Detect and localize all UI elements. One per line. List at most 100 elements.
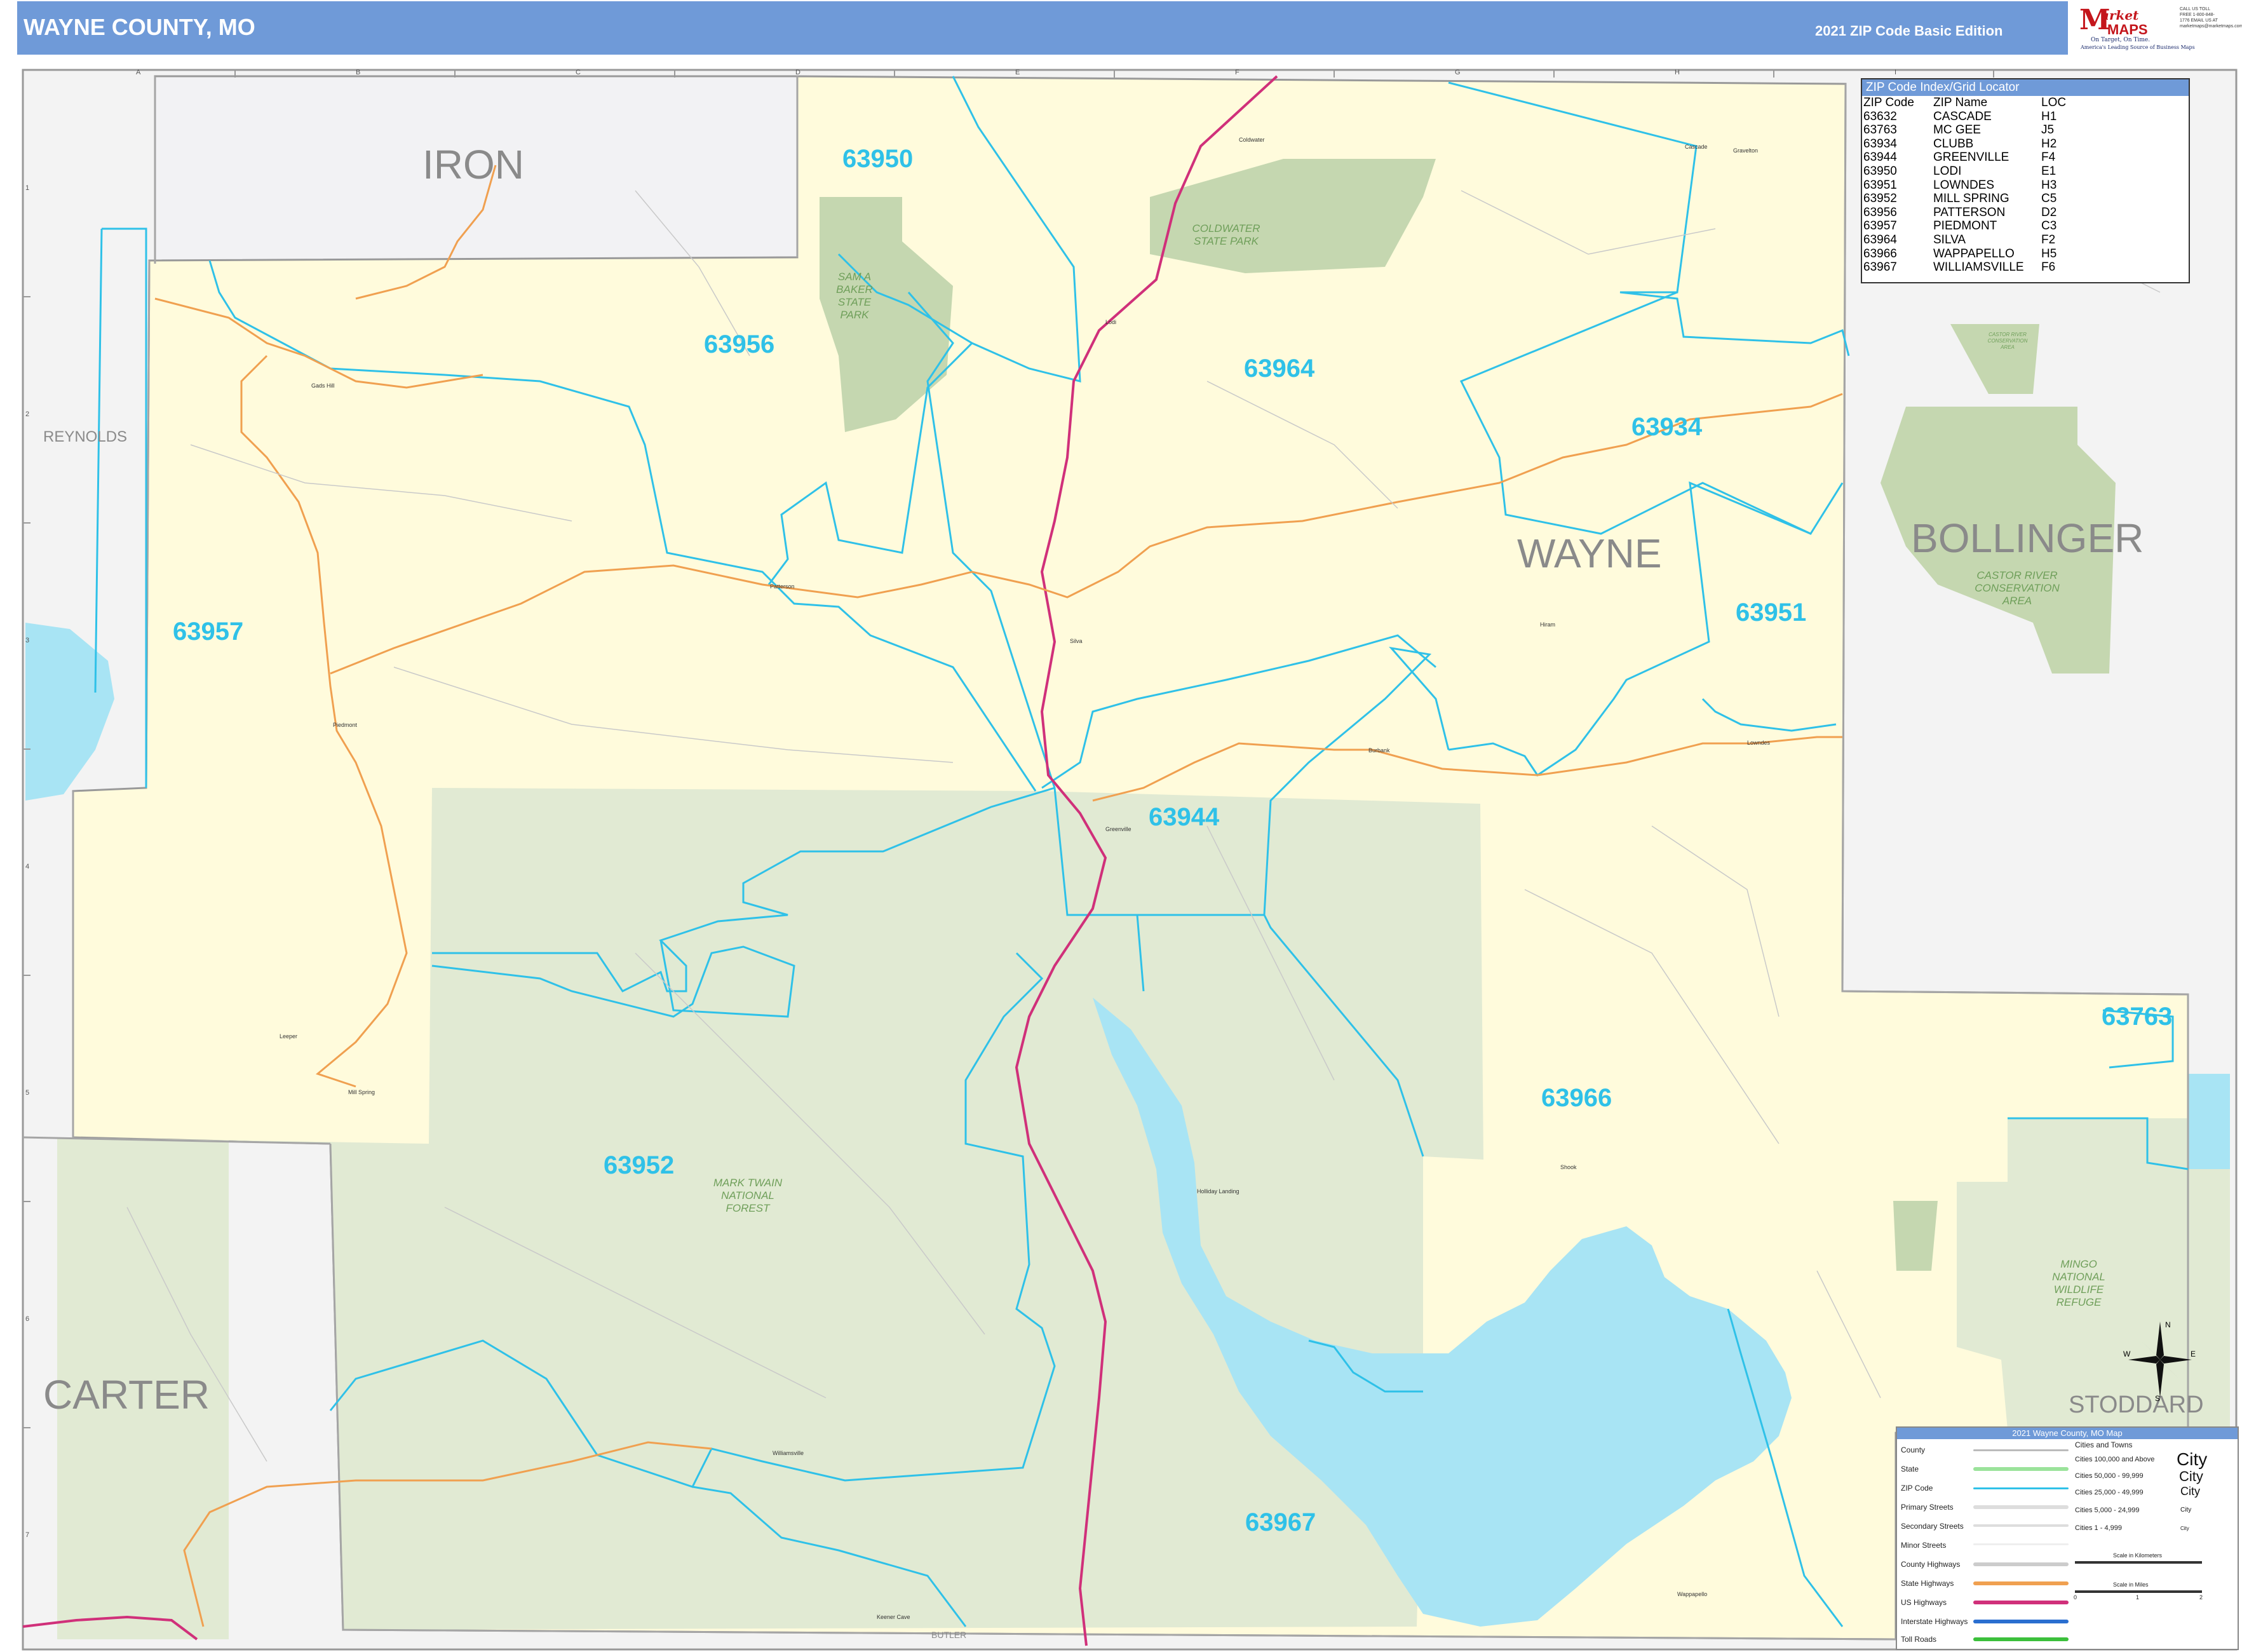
grid-row-3: 3 — [25, 637, 30, 644]
park-label-castor-small: CASTOR RIVER CONSERVATION AREA — [1987, 332, 2028, 350]
legend-city-sample: City — [2179, 1468, 2203, 1484]
legend-swatch — [1973, 1620, 2069, 1623]
park-label-sam-baker: SAM A BAKER STATE PARK — [836, 271, 873, 321]
grid-row-6: 6 — [25, 1315, 30, 1323]
grid-row-1: 1 — [25, 184, 30, 192]
zip-name-cell: MILL SPRING — [1933, 192, 2009, 206]
grid-col-i: I — [1894, 69, 1897, 76]
zip-name-cell: CLUBB — [1933, 137, 1974, 151]
legend-item-label: Toll Roads — [1901, 1635, 1937, 1644]
zip-index-title: ZIP Code Index/Grid Locator — [1862, 79, 2189, 96]
zip-cell: 63763 — [1863, 123, 1897, 137]
legend-item-label: Minor Streets — [1901, 1541, 1947, 1550]
table-row: 63952 MILL SPRING C5 — [1863, 192, 2069, 206]
zip-label-63956: 63956 — [704, 330, 775, 358]
zip-loc-cell: H2 — [2041, 137, 2057, 151]
legend-swatch — [1973, 1505, 2069, 1509]
zip-loc-cell: D2 — [2041, 205, 2057, 219]
legend-city-label: Cities 1 - 4,999 — [2075, 1524, 2122, 1532]
legend-item-label: ZIP Code — [1901, 1484, 1933, 1493]
zip-cell: 63632 — [1863, 109, 1897, 123]
legend-title: 2021 Wayne County, MO Map — [1897, 1428, 2238, 1439]
compass-e: E — [2191, 1350, 2196, 1358]
legend-item-label: Secondary Streets — [1901, 1522, 1964, 1531]
park-label-mingo: MINGO NATIONAL WILDLIFE REFUGE — [2052, 1258, 2105, 1308]
stoddard-water — [2188, 1074, 2230, 1169]
zip-cell: 63934 — [1863, 137, 1897, 151]
table-row: 63944 GREENVILLE F4 — [1863, 151, 2069, 165]
town-piedmont: Piedmont — [333, 722, 358, 728]
legend-city-label: Cities 5,000 - 24,999 — [2075, 1506, 2140, 1514]
grid-col-e: E — [1015, 69, 1020, 76]
table-row: 63951 LOWNDES H3 — [1863, 179, 2069, 193]
table-row: 63966 WAPPAPELLO H5 — [1863, 247, 2069, 261]
zip-loc-cell: C5 — [2041, 192, 2057, 206]
legend-item-label: Primary Streets — [1901, 1503, 1954, 1512]
town-keener-cave: Keener Cave — [877, 1614, 910, 1620]
grid-col-g: G — [1455, 69, 1461, 76]
town-holliday-landing: Holliday Landing — [1197, 1188, 1239, 1195]
legend-swatch — [1973, 1449, 2069, 1451]
zip-name-cell: WILLIAMSVILLE — [1933, 261, 2024, 274]
legend-item-label: County Highways — [1901, 1560, 1961, 1569]
grid-col-b: B — [356, 69, 361, 76]
zip-label-63966: 63966 — [1541, 1084, 1612, 1112]
zip-loc-cell: F6 — [2041, 261, 2056, 274]
legend-swatch — [1973, 1487, 2069, 1489]
park-label-coldwater: COLDWATER STATE PARK — [1192, 222, 1260, 247]
legend-city-label: Cities 100,000 and Above — [2075, 1456, 2155, 1463]
zip-label-63944: 63944 — [1149, 803, 1220, 831]
legend-item-label: State Highways — [1901, 1579, 1954, 1588]
zip-name-cell: WAPPAPELLO — [1933, 247, 2015, 261]
legend-swatch — [1973, 1562, 2069, 1566]
town-silva: Silva — [1070, 638, 1083, 644]
legend-item-label: State — [1901, 1465, 1919, 1473]
town-leeper: Leeper — [280, 1033, 298, 1039]
zip-loc-cell: F2 — [2041, 233, 2056, 247]
town-greenville: Greenville — [1105, 826, 1131, 832]
compass-n: N — [2165, 1320, 2171, 1329]
town-burbank: Burbank — [1368, 747, 1390, 754]
zip-label-63951: 63951 — [1736, 599, 1807, 626]
zip-loc-cell: H3 — [2041, 178, 2057, 192]
town-gads-hill: Gads Hill — [311, 383, 335, 389]
table-row: 63967 WILLIAMSVILLE F6 — [1863, 261, 2069, 274]
table-row: 63964 SILVA F2 — [1863, 233, 2069, 247]
county-label-iron: IRON — [422, 142, 524, 187]
legend-city-label: Cities 50,000 - 99,999 — [2075, 1472, 2144, 1480]
zip-cell: 63964 — [1863, 233, 1897, 247]
grid-col-d: D — [795, 69, 800, 76]
legend-swatch — [1973, 1601, 2069, 1604]
compass-s: S — [2155, 1394, 2160, 1401]
compass-w: W — [2123, 1350, 2131, 1358]
grid-row-2: 2 — [25, 410, 30, 418]
zip-cell: 63957 — [1863, 219, 1897, 233]
zip-name-cell: CASCADE — [1933, 109, 1992, 123]
legend-swatch — [1973, 1581, 2069, 1585]
legend-city-label: Cities 25,000 - 49,999 — [2075, 1489, 2144, 1496]
zip-name-cell: MC GEE — [1933, 123, 1981, 137]
zip-index-panel: ZIP Code Index/Grid Locator ZIP Code ZIP… — [1861, 78, 2190, 283]
zip-name-cell: PATTERSON — [1933, 205, 2006, 219]
zip-label-63763: 63763 — [2102, 1003, 2173, 1031]
town-shook: Shook — [1560, 1164, 1577, 1170]
zip-cell: 63944 — [1863, 151, 1897, 165]
zip-name-cell: GREENVILLE — [1933, 151, 2009, 165]
legend-city-sample: City — [2180, 1485, 2200, 1498]
zip-loc-cell: J5 — [2041, 123, 2055, 137]
table-row: 63632 CASCADE H1 — [1863, 110, 2069, 124]
legend-city-sample: City — [2177, 1449, 2208, 1469]
legend-scale-km: Scale in Kilometers — [2113, 1552, 2163, 1559]
scale-bar-mi — [2075, 1590, 2202, 1593]
zip-label-63950: 63950 — [842, 145, 914, 173]
zip-index-table: ZIP Code ZIP Name LOC 63632 CASCADE H1 637… — [1863, 96, 2069, 274]
grid-row-7: 7 — [25, 1531, 30, 1539]
county-label-bollinger: BOLLINGER — [1911, 515, 2144, 561]
zip-cell: 63956 — [1863, 205, 1897, 219]
compass-rose-icon: N S E W — [2123, 1320, 2196, 1401]
park-label-castor: CASTOR RIVER CONSERVATION AREA — [1975, 569, 2060, 607]
town-wappapello: Wappapello — [1677, 1591, 1708, 1597]
table-row: 63957 PIEDMONT C3 — [1863, 219, 2069, 233]
county-label-carter: CARTER — [43, 1372, 210, 1418]
table-row: 63934 CLUBB H2 — [1863, 137, 2069, 151]
